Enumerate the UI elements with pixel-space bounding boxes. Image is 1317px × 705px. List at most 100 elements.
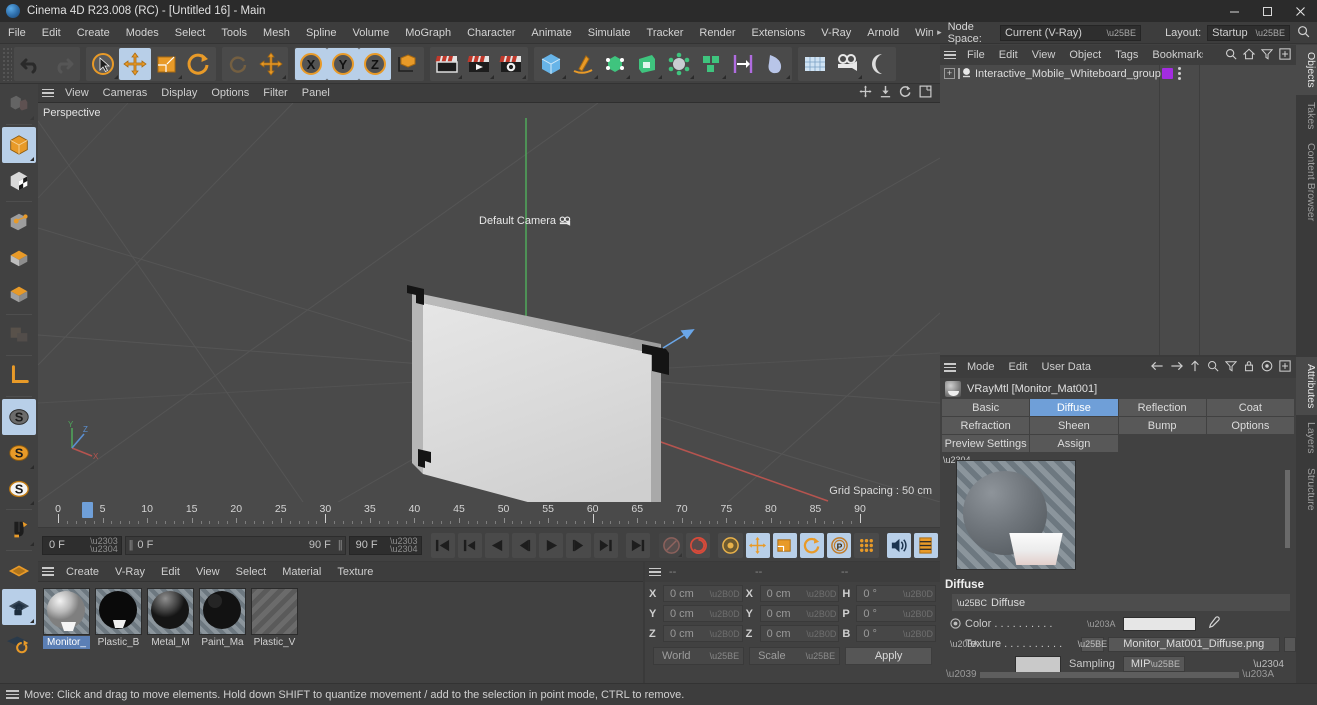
record-rotation-button[interactable]	[799, 532, 825, 558]
tab-bump[interactable]: Bump	[1118, 417, 1206, 434]
spinner-icon[interactable]: \u2303 \u2304	[90, 537, 118, 554]
viewport-menu-options[interactable]: Options	[204, 84, 256, 103]
add-field-button[interactable]	[727, 48, 759, 80]
size-y-field[interactable]: 0 cm \u2B0D	[759, 605, 840, 622]
range-right-grip[interactable]: ||	[338, 539, 343, 551]
lock-x-axis-button[interactable]: X	[295, 47, 327, 80]
attribute-manager-menu-icon[interactable]	[940, 363, 960, 372]
play-forward-button[interactable]	[539, 532, 564, 558]
dynamic-place-button[interactable]	[223, 48, 255, 80]
add-character-button[interactable]	[759, 48, 791, 80]
filter-icon[interactable]	[1260, 48, 1274, 63]
search-icon[interactable]	[1290, 25, 1317, 41]
mat-menu-vray[interactable]: V-Ray	[107, 562, 153, 582]
record-icon[interactable]	[1261, 360, 1273, 375]
rail-tab-attributes[interactable]: Attributes	[1296, 357, 1317, 416]
texture-path-field[interactable]: Monitor_Mat001_Diffuse.png	[1107, 636, 1280, 652]
material-swatch[interactable]	[95, 588, 142, 635]
om-menu-view[interactable]: View	[1025, 45, 1063, 65]
menu-overflow-icon[interactable]: ▸	[933, 27, 946, 38]
magnet-tool-button[interactable]	[2, 512, 36, 548]
menu-extensions[interactable]: Extensions	[743, 22, 813, 44]
material-swatch[interactable]	[147, 588, 194, 635]
tag-overflow-icon[interactable]	[1178, 67, 1181, 80]
menu-edit[interactable]: Edit	[34, 22, 69, 44]
menu-arnold[interactable]: Arnold	[859, 22, 907, 44]
rot-b-field[interactable]: 0 ° \u2B0D	[856, 625, 937, 642]
tab-preview-settings[interactable]: Preview Settings	[942, 435, 1030, 452]
material-item-metal-m[interactable]: Metal_M	[147, 588, 194, 649]
add-sky-button[interactable]	[799, 48, 831, 80]
rail-tab-structure[interactable]: Structure	[1296, 461, 1317, 518]
workplane-button[interactable]	[2, 553, 36, 589]
preview-scrollbar[interactable]	[1283, 458, 1292, 568]
world-object-coordinates-button[interactable]	[391, 48, 423, 80]
coordinate-mode-select[interactable]: Scale \u25BE	[749, 647, 841, 665]
diffuse-color-swatch[interactable]	[1122, 617, 1196, 631]
axis-modify-button[interactable]	[2, 358, 36, 394]
menu-modes[interactable]: Modes	[118, 22, 167, 44]
apply-button[interactable]: Apply	[845, 647, 932, 665]
select-tool-button[interactable]	[87, 48, 119, 80]
pan-view-icon[interactable]	[859, 85, 872, 101]
add-mograph-button[interactable]	[695, 48, 727, 80]
autokeying-button[interactable]	[686, 532, 711, 558]
rot-h-field[interactable]: 0 ° \u2B0D	[856, 585, 937, 602]
menu-mesh[interactable]: Mesh	[255, 22, 298, 44]
up-level-icon[interactable]	[1189, 360, 1201, 375]
rot-p-field[interactable]: 0 ° \u2B0D	[856, 605, 937, 622]
uv-mode-button[interactable]	[2, 317, 36, 353]
menu-tracker[interactable]: Tracker	[639, 22, 692, 44]
record-active-objects-button[interactable]	[659, 532, 684, 558]
viewport-menu-panel[interactable]: Panel	[295, 84, 337, 103]
viewport-menu-icon[interactable]	[38, 88, 58, 98]
go-to-start-button[interactable]	[430, 532, 455, 558]
enable-snapping-button[interactable]: S	[2, 399, 36, 435]
material-manager-menu-icon[interactable]	[38, 567, 58, 576]
tab-reflection[interactable]: Reflection	[1118, 399, 1206, 416]
viewport-menu-cameras[interactable]: Cameras	[96, 84, 155, 103]
make-editable-button[interactable]	[2, 86, 36, 122]
align-workplane-button[interactable]	[2, 625, 36, 661]
menu-create[interactable]: Create	[69, 22, 118, 44]
coordinate-space-select[interactable]: World \u25BE	[653, 647, 745, 665]
texture-mode-button[interactable]	[2, 163, 36, 199]
scroll-track[interactable]	[979, 671, 1240, 678]
current-frame-field[interactable]: 0 F \u2303 \u2304	[42, 535, 122, 555]
tab-refraction[interactable]: Refraction	[942, 417, 1030, 434]
rotate-tool-button[interactable]	[183, 48, 215, 80]
spinner-icon[interactable]: \u2B0D	[806, 609, 836, 619]
play-backwards-button[interactable]	[484, 532, 510, 558]
spinner-icon[interactable]: \u2B0D	[903, 609, 933, 619]
color-toggle-icon[interactable]	[950, 617, 961, 631]
lock-z-axis-button[interactable]: Z	[359, 47, 391, 80]
lock-icon[interactable]	[1243, 360, 1255, 375]
move-tool-button[interactable]	[119, 47, 151, 80]
scroll-down-icon[interactable]: \u2304	[1253, 659, 1284, 670]
preview-scroll-thumb[interactable]	[1285, 470, 1290, 548]
forward-icon[interactable]	[1170, 360, 1183, 375]
back-icon[interactable]	[1151, 360, 1164, 375]
range-left-grip[interactable]: ||	[129, 539, 134, 551]
texture-extra-button[interactable]	[1283, 636, 1296, 652]
rail-tab-takes[interactable]: Takes	[1296, 95, 1317, 136]
maximize-viewport-icon[interactable]	[919, 85, 932, 101]
spinner-icon[interactable]: \u2B0D	[903, 629, 933, 639]
undo-button[interactable]	[15, 48, 47, 80]
menu-volume[interactable]: Volume	[345, 22, 398, 44]
material-item-monitor[interactable]: Monitor_	[43, 588, 90, 649]
search-icon[interactable]	[1207, 360, 1219, 375]
search-icon[interactable]	[1225, 48, 1237, 63]
material-item-plastic-v[interactable]: Plastic_V	[251, 588, 298, 649]
node-space-select[interactable]: Current (V-Ray) \u25BE	[999, 24, 1142, 41]
menu-mograph[interactable]: MoGraph	[397, 22, 459, 44]
menu-tools[interactable]: Tools	[213, 22, 255, 44]
object-tree[interactable]: + Interactive_Mobile_Whiteboard_group	[940, 65, 1296, 355]
rail-tab-content-browser[interactable]: Content Browser	[1296, 136, 1317, 228]
layout-select[interactable]: Startup \u25BE	[1207, 24, 1290, 41]
zoom-view-icon[interactable]	[879, 85, 892, 101]
tab-diffuse[interactable]: Diffuse	[1030, 399, 1118, 416]
tab-coat[interactable]: Coat	[1206, 399, 1294, 416]
mat-menu-create[interactable]: Create	[58, 562, 107, 582]
mat-menu-view[interactable]: View	[188, 562, 228, 582]
